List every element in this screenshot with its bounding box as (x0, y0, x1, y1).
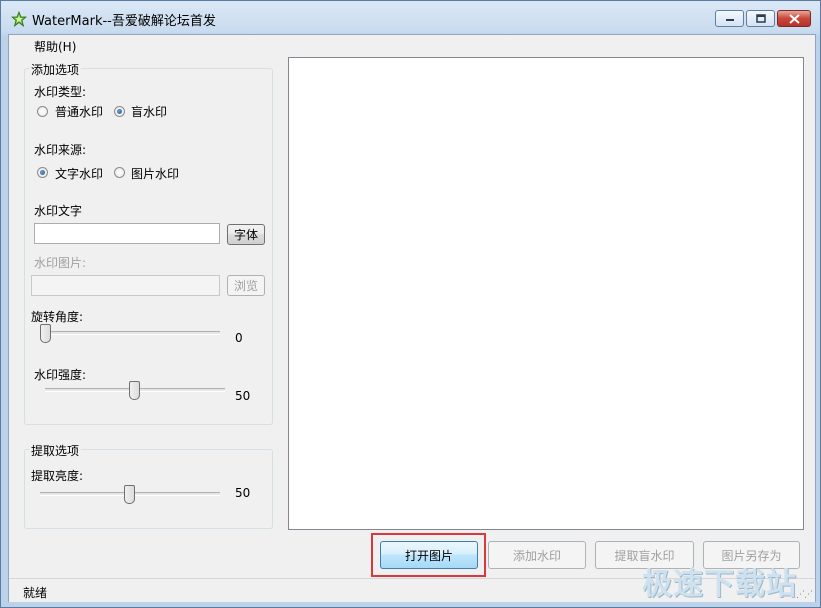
radio-image-watermark[interactable] (114, 167, 125, 178)
rotation-slider-thumb[interactable] (40, 324, 51, 343)
rotation-slider-track[interactable] (40, 331, 220, 335)
strength-value: 50 (235, 389, 251, 403)
menu-bar: 帮助(H) (9, 35, 815, 55)
brightness-slider-thumb[interactable] (124, 485, 135, 504)
extract-options-group: 提取选项 提取亮度: 50 (24, 442, 273, 529)
add-options-group: 添加选项 水印类型: 普通水印 盲水印 水印来源: 文字水印 图片水印 水印文字… (24, 61, 273, 425)
resize-grip-icon[interactable]: ⋰⋰ (796, 590, 813, 600)
watermark-source-label: 水印来源: (34, 143, 87, 157)
maximize-button[interactable] (746, 10, 775, 27)
rotation-value: 0 (235, 331, 243, 345)
site-watermark-text: 极速下载站 (642, 567, 797, 602)
highlight-box (371, 533, 486, 577)
radio-normal-watermark-label[interactable]: 普通水印 (55, 103, 103, 120)
menu-help[interactable]: 帮助(H) (34, 38, 76, 55)
watermark-image-label: 水印图片: (34, 256, 87, 270)
watermark-image-input[interactable] (31, 275, 220, 296)
browse-button[interactable]: 浏览 (227, 275, 265, 296)
brightness-label: 提取亮度: (31, 469, 84, 483)
radio-image-watermark-label[interactable]: 图片水印 (131, 165, 179, 182)
strength-label: 水印强度: (34, 368, 87, 382)
radio-blind-watermark-label[interactable]: 盲水印 (131, 103, 167, 120)
brightness-value: 50 (235, 486, 251, 500)
watermark-type-label: 水印类型: (34, 85, 87, 99)
app-window: WaterMark--吾爱破解论坛首发 帮助(H) 添加选项 水印类型: 普通水… (0, 0, 821, 608)
image-preview-area (288, 57, 804, 530)
radio-text-watermark-label[interactable]: 文字水印 (55, 165, 103, 182)
rotation-label: 旋转角度: (31, 310, 84, 324)
minimize-button[interactable] (715, 10, 744, 27)
radio-text-watermark[interactable] (37, 167, 48, 178)
font-button[interactable]: 字体 (227, 224, 265, 245)
close-button[interactable] (777, 10, 811, 27)
add-watermark-button[interactable]: 添加水印 (488, 541, 586, 569)
add-options-title: 添加选项 (29, 61, 82, 78)
watermark-text-input[interactable] (34, 223, 220, 244)
client-area: 帮助(H) 添加选项 水印类型: 普通水印 盲水印 水印来源: 文字水印 图片水… (8, 34, 816, 602)
maximize-icon (755, 14, 766, 23)
watermark-text-label: 水印文字 (34, 204, 83, 218)
window-title: WaterMark--吾爱破解论坛首发 (32, 14, 216, 29)
title-bar[interactable]: WaterMark--吾爱破解论坛首发 (1, 1, 820, 35)
status-text: 就绪 (23, 586, 48, 600)
minimize-icon (725, 18, 734, 21)
close-icon (788, 13, 800, 24)
radio-normal-watermark[interactable] (37, 106, 48, 117)
radio-blind-watermark[interactable] (114, 106, 125, 117)
star-app-icon (11, 11, 27, 27)
extract-options-title: 提取选项 (29, 442, 82, 459)
strength-slider-thumb[interactable] (129, 381, 140, 400)
